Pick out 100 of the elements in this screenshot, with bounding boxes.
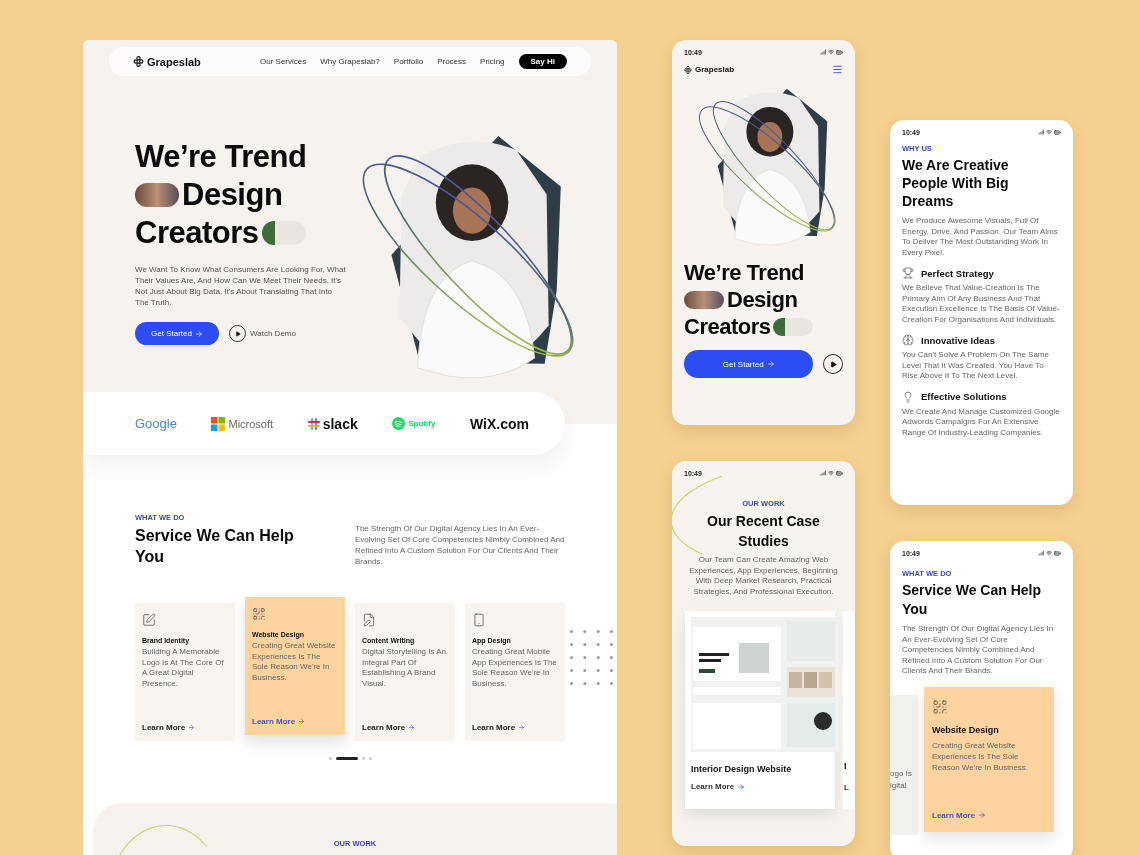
feature-text: We Believe That Value-Creation Is The Primary Aim Of Any Business And That Execution Excellence Is The Basis Of Value-Creation For Organisations And Individuals. <box>902 283 1061 325</box>
card-text: Creating Great Mobile App Experiences Is The Sole Reason We're In Business. <box>472 647 558 689</box>
say-hi-button[interactable]: Say Hi <box>518 54 567 69</box>
card-text: ogo Is <box>890 767 913 780</box>
section-text: Our Team Can Create Amazing Web Experiences, App Experiences, Beginning With Deep Market Research, Practical Strategies, And Professional Execution. <box>688 555 839 597</box>
brand-logo[interactable]: Grapeslab <box>695 65 735 74</box>
get-started-button[interactable]: Get Started <box>135 322 219 345</box>
service-icon <box>142 613 156 627</box>
brand-name: Spotify <box>408 419 436 428</box>
logo-icon <box>684 65 692 74</box>
learn-more-link[interactable]: L <box>844 783 855 792</box>
case-study-card[interactable]: I L <box>843 611 855 809</box>
arrow-right-icon <box>194 329 203 338</box>
nav-link[interactable]: Why Grapeslab? <box>320 57 380 66</box>
headline-line: Creators <box>135 214 259 252</box>
feature-title: Innovative Ideas <box>921 334 995 346</box>
headline-line: Creators <box>684 313 771 340</box>
learn-more-link[interactable]: Learn More <box>362 723 448 732</box>
menu-icon[interactable] <box>832 64 843 75</box>
battery-icon <box>1054 129 1061 136</box>
logo-icon <box>133 56 144 67</box>
brand-name: Microsoft <box>228 417 274 430</box>
arrow-right-icon <box>298 718 306 725</box>
nav-link[interactable]: Portfolio <box>393 57 424 66</box>
wifi-icon <box>1046 550 1052 556</box>
section-text: The Strength Of Our Digital Agency Lies In An Ever-Evolving Set Of Core Competencies Nimbly Combined And Refined Into A Custom Solution For Our Clients And Their Brands. <box>902 624 1055 677</box>
service-icon <box>252 607 266 621</box>
card-text: igital <box>890 779 908 792</box>
watch-demo-button[interactable]: Watch Demo <box>229 325 296 342</box>
learn-more-link[interactable]: Learn More <box>142 723 228 732</box>
photo-placeholder <box>773 317 814 336</box>
section-text: The Strength Of Our Digital Agency Lies In An Ever-Evolving Set Of Core Competencies Nimbly Combined And Refined Into A Custom Solution For Our Clients And Their Brands. <box>355 523 565 567</box>
wifi-icon <box>828 470 834 476</box>
headline-line: Design <box>182 176 283 214</box>
card-title: Interior Design Website <box>691 764 793 774</box>
nav-link[interactable]: Process <box>437 57 467 66</box>
section-title: Service We Can Help You <box>902 581 1043 619</box>
hash-icon <box>307 417 320 430</box>
arrow-right-icon <box>978 811 987 819</box>
play-icon <box>234 330 241 337</box>
section-text: We Produce Awesome Visuals, Full Of Energy, Drive, And Passion. Our Team Aims To Deliver The Most Outstanding Work In Every Pixel. <box>902 216 1059 258</box>
brand-name: WiX.com <box>469 415 529 432</box>
feature-text: We Create And Manage Customized Google Adwords Campaigns For An Extensive Range Of Industry-Leading Companies. <box>902 406 1061 438</box>
section-title: Our Recent Case Studies <box>706 512 821 551</box>
squares-icon <box>211 416 226 431</box>
signal-icon <box>820 49 826 55</box>
get-started-button[interactable]: Get Started <box>684 350 814 378</box>
signal-icon <box>1038 129 1044 135</box>
headline-line: We’re Trend <box>135 138 307 176</box>
feature-title: Effective Solutions <box>921 391 1007 402</box>
card-title: I <box>844 761 848 771</box>
feature-icon <box>902 334 914 346</box>
brand-name: Google <box>135 416 177 431</box>
photo-placeholder <box>684 290 724 309</box>
nav-link[interactable]: Our Services <box>260 57 307 66</box>
learn-more-link[interactable]: Learn More <box>472 723 558 732</box>
photo-placeholder <box>135 183 179 207</box>
section-title: We Are Creative People With Big Dreams <box>902 156 1010 210</box>
nav-link[interactable]: Pricing <box>480 57 505 66</box>
pager-dot[interactable] <box>328 757 332 760</box>
feature-title: Perfect Strategy <box>921 267 994 279</box>
play-icon <box>829 360 837 368</box>
card-title: Website Design <box>932 724 1000 735</box>
section-title: Service We Can Help You <box>135 526 295 567</box>
service-card[interactable]: Website Design Creating Great Website Experiences Is The Sole Reason We're In Business. Learn More <box>924 686 1054 832</box>
arrow-right-icon <box>408 724 416 731</box>
headline-line: Design <box>727 286 798 313</box>
dot-pattern-drawing <box>570 630 613 685</box>
circle-waves-icon <box>392 417 406 430</box>
arrow-right-icon <box>737 782 746 791</box>
feature-icon <box>902 267 914 279</box>
battery-icon <box>1054 550 1061 557</box>
card-text: Building A Memorable Logo Is At The Core Of A Great Digital Presence. <box>142 647 225 689</box>
pager-dot[interactable] <box>361 757 365 760</box>
arrow-right-icon <box>188 724 196 731</box>
learn-more-link[interactable]: Learn More <box>691 782 829 791</box>
service-icon <box>362 613 376 627</box>
card-text: Creating Great Website Experiences Is The Sole Reason We're In Business. <box>252 641 337 683</box>
brand-logo[interactable]: Grapeslab <box>147 55 201 68</box>
feature-text: You Can't Solve A Problem On The Same Level That It Was Created. You Have To Rise Above It To The Next Level. <box>902 350 1050 382</box>
hero-text: We Want To Know What Consumers Are Looking For, What Their Values Are, And How Can We Meet Their Needs. It's Not Just About Big Data, It's About Translating That Into The Truth. <box>135 264 347 308</box>
signal-icon <box>820 470 826 476</box>
pager-dot[interactable] <box>368 757 372 760</box>
wifi-icon <box>1046 129 1052 135</box>
wifi-icon <box>828 49 834 55</box>
arrow-right-icon <box>518 724 526 731</box>
card-text: Creating Great Website Experiences Is The Sole Reason We're In Business. <box>932 739 1030 773</box>
arrow-right-icon <box>766 360 775 368</box>
card-text: Digital Storytelling Is An Integral Part Of Establishing A Brand Visual. <box>362 647 448 689</box>
brand-name: slack <box>322 415 358 432</box>
service-icon <box>472 613 486 627</box>
headline-line: We’re Trend <box>684 259 805 286</box>
signal-icon <box>1038 550 1044 556</box>
learn-more-link[interactable]: Learn More <box>252 717 338 726</box>
learn-more-link[interactable]: Learn More <box>932 810 1046 820</box>
battery-icon <box>836 49 843 56</box>
battery-icon <box>836 470 843 477</box>
photo-placeholder <box>261 221 306 245</box>
feature-icon <box>902 390 914 403</box>
service-icon <box>932 698 948 715</box>
